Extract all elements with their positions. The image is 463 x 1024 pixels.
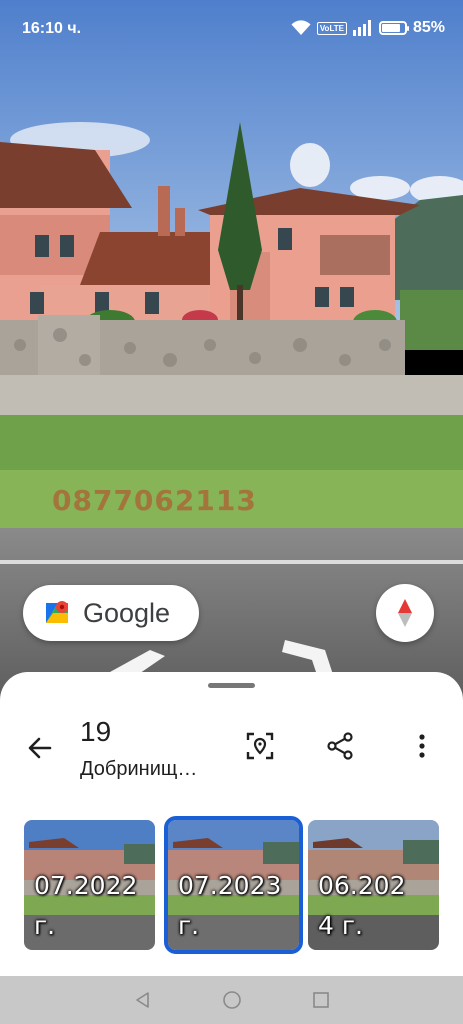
thumbnail-date: 06.202 4 г.	[318, 871, 406, 940]
share-button[interactable]	[320, 726, 360, 766]
phone-watermark: 0877062113	[52, 484, 257, 517]
battery-icon	[378, 21, 409, 35]
nav-home-icon[interactable]	[222, 990, 242, 1010]
location-focus-icon	[246, 732, 274, 760]
share-icon	[327, 732, 353, 760]
compass-button[interactable]	[376, 584, 434, 642]
compass-icon	[398, 599, 412, 627]
volte-badge: VoLTE	[316, 21, 347, 35]
google-maps-logo-icon	[46, 601, 68, 623]
date-thumbnails: 07.2022 г. 07.2023 г. 06.202 4 г.	[24, 816, 444, 954]
battery-percent: 85%	[412, 19, 445, 36]
sheet-drag-handle[interactable]	[208, 683, 255, 688]
arrow-back-icon	[28, 737, 52, 759]
back-button[interactable]	[22, 730, 58, 766]
google-label: Google	[83, 597, 171, 628]
status-time: 16:10 ч.	[22, 20, 82, 37]
nav-recents-icon[interactable]	[312, 991, 330, 1009]
more-options-button[interactable]	[402, 726, 442, 766]
thumbnail-2024[interactable]: 06.202 4 г.	[308, 820, 439, 950]
place-title: 19 Добринищ…	[80, 716, 230, 781]
thumbnail-2023-selected[interactable]: 07.2023 г.	[164, 816, 303, 954]
system-nav-bar	[0, 976, 463, 1024]
thumbnail-date: 07.2023 г.	[178, 871, 282, 940]
lens-button[interactable]	[240, 726, 280, 766]
battery-fill	[381, 24, 401, 32]
status-icons: VoLTE 85%	[291, 19, 445, 37]
address-number: 19	[80, 716, 112, 747]
place-name: Добринищ…	[80, 758, 198, 780]
wifi-icon	[291, 20, 311, 35]
nav-back-icon[interactable]	[134, 991, 152, 1009]
bottom-sheet: 19 Добринищ… 07.2022 г. 07.2023 г. 06.20…	[0, 672, 463, 976]
status-bar: 16:10 ч. VoLTE 85%	[0, 0, 463, 60]
google-maps-chip[interactable]: Google	[23, 585, 199, 641]
thumbnail-2022[interactable]: 07.2022 г.	[24, 820, 155, 950]
thumbnail-date: 07.2022 г.	[34, 871, 138, 940]
more-vert-icon	[419, 734, 425, 758]
signal-icon	[352, 20, 371, 36]
